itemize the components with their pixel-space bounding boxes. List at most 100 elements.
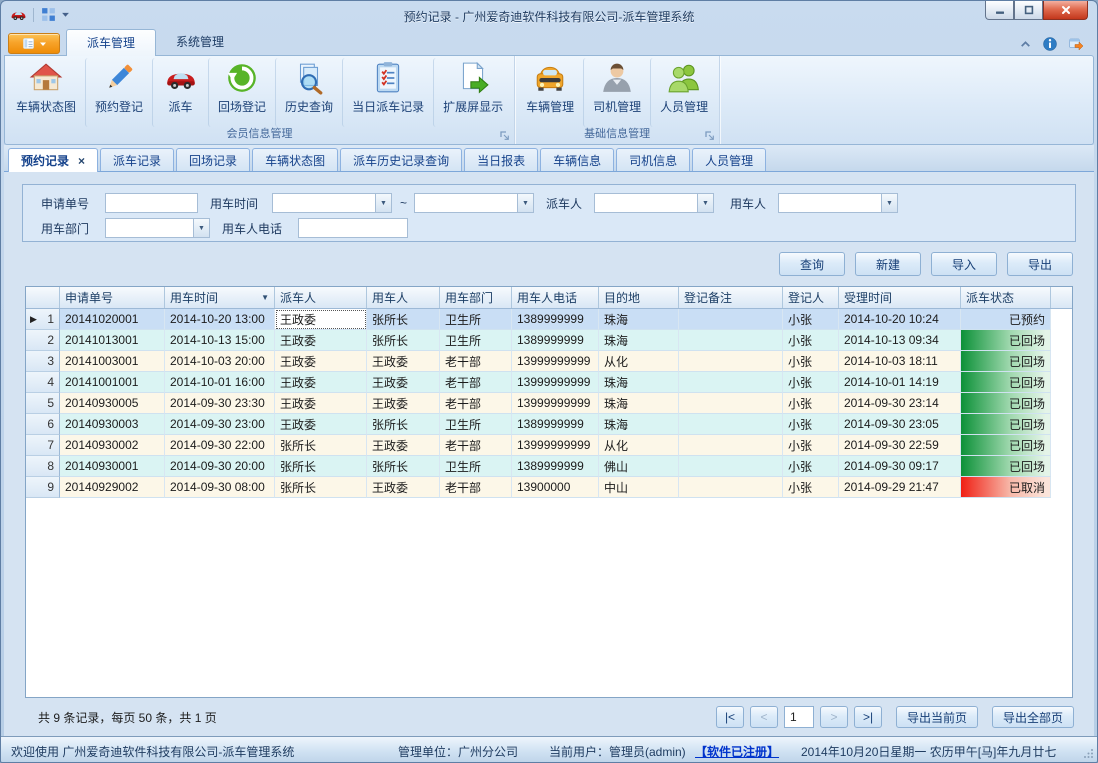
cell-dispatcher[interactable]: 王政委 [275,330,367,351]
vehicle-status-map-button[interactable]: 车辆状态图 [7,58,85,127]
cell-order-no[interactable]: 20140929002 [60,477,165,498]
row-indicator-cell[interactable]: 9 [26,477,60,498]
doc-tab-7[interactable]: 司机信息 [616,148,690,171]
prev-page-button[interactable]: < [750,706,778,728]
cell-destination[interactable]: 佛山 [599,456,679,477]
cell-user[interactable]: 张所长 [367,414,440,435]
row-indicator-cell[interactable]: 2 [26,330,60,351]
dialog-launcher-icon[interactable] [705,131,715,141]
export-current-page-button[interactable]: 导出当前页 [896,706,978,728]
cell-remark[interactable] [679,351,783,372]
row-indicator-cell[interactable]: 4 [26,372,60,393]
row-indicator-cell[interactable]: 5 [26,393,60,414]
table-row[interactable]: 2201410130012014-10-13 15:00王政委张所长卫生所138… [26,330,1072,351]
cell-dispatcher[interactable]: 张所长 [275,477,367,498]
col-header-use-time[interactable]: 用车时间▼ [165,287,275,308]
cell-order-no[interactable]: 20141013001 [60,330,165,351]
cell-order-no[interactable]: 20140930001 [60,456,165,477]
cell-dept[interactable]: 老干部 [440,435,512,456]
cell-registrar[interactable]: 小张 [783,330,839,351]
collapse-ribbon-icon[interactable] [1019,38,1032,51]
export-button[interactable]: 导出 [1007,252,1073,276]
cell-user[interactable]: 王政委 [367,372,440,393]
cell-user[interactable]: 张所长 [367,456,440,477]
table-row[interactable]: 4201410010012014-10-01 16:00王政委王政委老干部139… [26,372,1072,393]
cell-dispatcher[interactable]: 张所长 [275,456,367,477]
doc-tab-6[interactable]: 车辆信息 [540,148,614,171]
row-indicator-cell[interactable]: 7 [26,435,60,456]
cell-order-no[interactable]: 20141020001 [60,309,165,330]
col-header-registrar[interactable]: 登记人 [783,287,839,308]
cell-accept-time[interactable]: 2014-10-20 10:24 [839,309,961,330]
cell-dispatcher[interactable]: 王政委 [275,309,367,330]
minimize-button[interactable] [985,1,1014,20]
cell-destination[interactable]: 珠海 [599,372,679,393]
cell-user[interactable]: 王政委 [367,435,440,456]
cell-dept[interactable]: 卫生所 [440,309,512,330]
extend-screen-display-button[interactable]: 扩展屏显示 [433,58,512,127]
cell-destination[interactable]: 珠海 [599,309,679,330]
cell-user-phone[interactable]: 13999999999 [512,351,599,372]
cell-destination[interactable]: 珠海 [599,330,679,351]
cell-destination[interactable]: 珠海 [599,414,679,435]
driver-management-button[interactable]: 司机管理 [583,58,650,127]
cell-dispatch-status[interactable]: 已回场 [961,414,1051,435]
cell-dispatcher[interactable]: 王政委 [275,351,367,372]
cell-user[interactable]: 张所长 [367,309,440,330]
cell-order-no[interactable]: 20141001001 [60,372,165,393]
table-row[interactable]: 9201409290022014-09-30 08:00张所长王政委老干部139… [26,477,1072,498]
ribbon-tab-dispatch-mgmt[interactable]: 派车管理 [66,29,156,56]
table-row[interactable]: 6201409300032014-09-30 23:00王政委张所长卫生所138… [26,414,1072,435]
table-row[interactable]: 3201410030012014-10-03 20:00王政委王政委老干部139… [26,351,1072,372]
col-header-row-indicator[interactable] [26,287,60,308]
cell-remark[interactable] [679,309,783,330]
import-button[interactable]: 导入 [931,252,997,276]
cell-accept-time[interactable]: 2014-09-29 21:47 [839,477,961,498]
cell-registrar[interactable]: 小张 [783,393,839,414]
cell-dispatch-status[interactable]: 已回场 [961,351,1051,372]
combo-arrow-icon[interactable]: ▼ [881,193,898,213]
cell-use-time[interactable]: 2014-10-03 20:00 [165,351,275,372]
dialog-launcher-icon[interactable] [500,131,510,141]
doc-tab-0[interactable]: 预约记录× [8,148,98,172]
cell-use-time[interactable]: 2014-09-30 20:00 [165,456,275,477]
cell-accept-time[interactable]: 2014-09-30 23:14 [839,393,961,414]
cell-accept-time[interactable]: 2014-10-01 14:19 [839,372,961,393]
cell-use-time[interactable]: 2014-09-30 23:30 [165,393,275,414]
cell-dispatch-status[interactable]: 已回场 [961,330,1051,351]
cell-dispatch-status[interactable]: 已预约 [961,309,1051,330]
cell-dept[interactable]: 卫生所 [440,330,512,351]
cell-user[interactable]: 王政委 [367,477,440,498]
titlebar[interactable]: 预约记录 - 广州爱奇迪软件科技有限公司-派车管理系统 [4,1,1094,30]
cell-remark[interactable] [679,414,783,435]
create-button[interactable]: 新建 [855,252,921,276]
reservation-register-button[interactable]: 预约登记 [85,58,152,127]
cell-user-phone[interactable]: 1389999999 [512,309,599,330]
cell-destination[interactable]: 从化 [599,435,679,456]
col-header-dispatch-status[interactable]: 派车状态 [961,287,1051,308]
ribbon-tab-system-mgmt[interactable]: 系统管理 [156,29,244,55]
cell-registrar[interactable]: 小张 [783,477,839,498]
combo-arrow-icon[interactable]: ▼ [697,193,714,213]
cell-accept-time[interactable]: 2014-10-13 09:34 [839,330,961,351]
table-row[interactable]: 7201409300022014-09-30 22:00张所长王政委老干部139… [26,435,1072,456]
resize-grip-icon[interactable] [1083,748,1094,759]
cell-use-time[interactable]: 2014-10-01 16:00 [165,372,275,393]
return-register-button[interactable]: 回场登记 [208,58,275,127]
cell-use-time[interactable]: 2014-09-30 08:00 [165,477,275,498]
cell-registrar[interactable]: 小张 [783,414,839,435]
cell-user[interactable]: 王政委 [367,393,440,414]
cell-accept-time[interactable]: 2014-10-03 18:11 [839,351,961,372]
table-row[interactable]: 8201409300012014-09-30 20:00张所长张所长卫生所138… [26,456,1072,477]
cell-registrar[interactable]: 小张 [783,351,839,372]
cell-user-phone[interactable]: 13999999999 [512,372,599,393]
cell-dept[interactable]: 老干部 [440,351,512,372]
cell-dept[interactable]: 老干部 [440,372,512,393]
cell-user[interactable]: 王政委 [367,351,440,372]
cell-destination[interactable]: 珠海 [599,393,679,414]
doc-tab-8[interactable]: 人员管理 [692,148,766,171]
cell-user-phone[interactable]: 1389999999 [512,456,599,477]
passenger-phone-input[interactable] [298,218,408,238]
cell-order-no[interactable]: 20140930002 [60,435,165,456]
doc-tab-1[interactable]: 派车记录 [100,148,174,171]
